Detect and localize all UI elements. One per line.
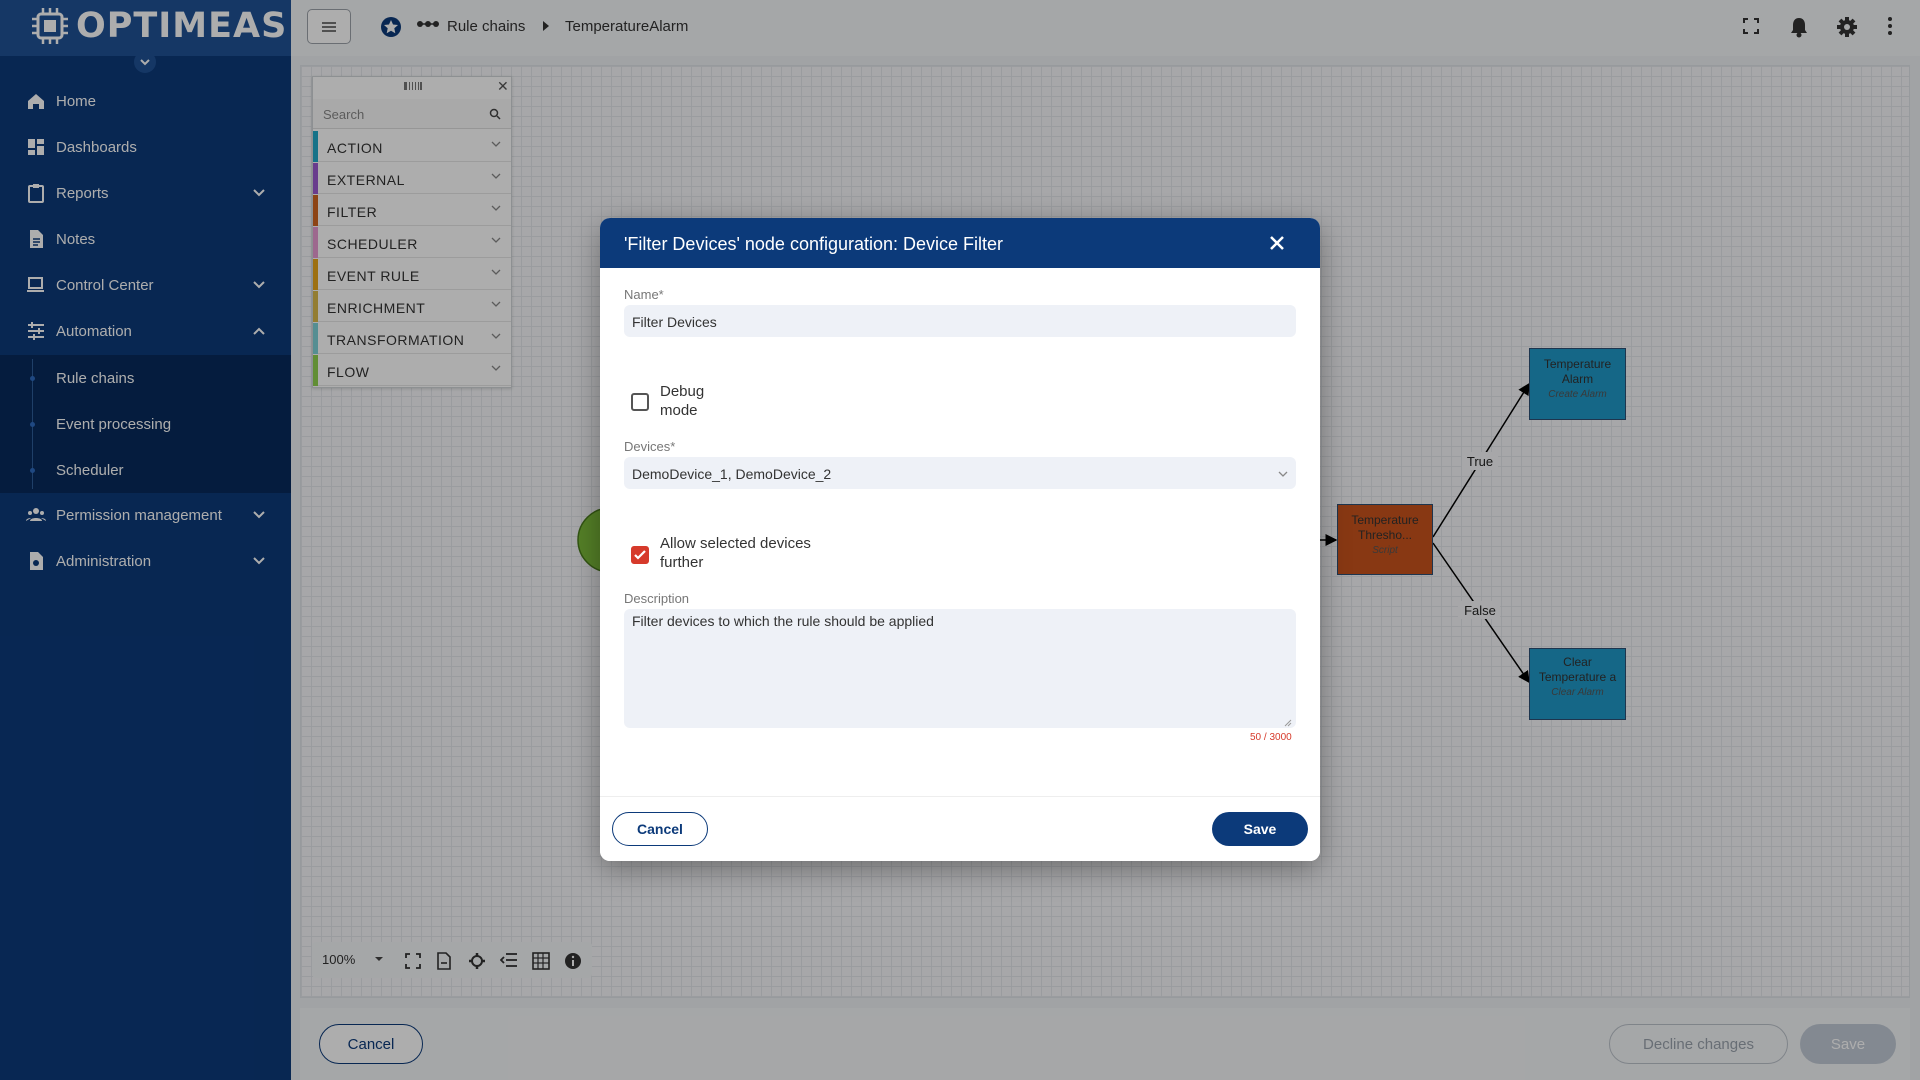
close-icon[interactable] bbox=[1266, 232, 1288, 254]
allow-devices-checkbox[interactable] bbox=[631, 546, 649, 564]
devices-label: Devices* bbox=[624, 439, 676, 454]
dialog-save-button[interactable]: Save bbox=[1212, 812, 1308, 846]
dialog-title: 'Filter Devices' node configuration: Dev… bbox=[624, 234, 1004, 254]
dialog-header: 'Filter Devices' node configuration: Dev… bbox=[600, 218, 1320, 268]
debug-mode-label: Debug mode bbox=[660, 383, 705, 419]
resize-handle-icon[interactable] bbox=[1284, 719, 1292, 727]
allow-devices-label: Allow selected devices further bbox=[660, 535, 811, 571]
check-icon bbox=[634, 550, 646, 560]
dialog-cancel-button[interactable]: Cancel bbox=[612, 812, 708, 846]
dialog-footer: Cancel Save bbox=[600, 796, 1320, 861]
description-value: Filter devices to which the rule should … bbox=[632, 613, 934, 629]
chevron-down-icon bbox=[1278, 471, 1288, 477]
devices-value: DemoDevice_1, DemoDevice_2 bbox=[632, 466, 832, 482]
description-textarea[interactable]: Filter devices to which the rule should … bbox=[624, 609, 1296, 728]
name-value: Filter Devices bbox=[632, 314, 717, 330]
description-label: Description bbox=[624, 591, 690, 606]
debug-mode-checkbox[interactable] bbox=[631, 393, 649, 411]
name-label: Name* bbox=[624, 287, 664, 302]
char-counter: 50 / 3000 bbox=[1250, 732, 1292, 743]
devices-select[interactable]: DemoDevice_1, DemoDevice_2 bbox=[624, 457, 1296, 489]
node-config-dialog: 'Filter Devices' node configuration: Dev… bbox=[600, 218, 1320, 861]
name-field[interactable]: Filter Devices bbox=[624, 305, 1296, 337]
